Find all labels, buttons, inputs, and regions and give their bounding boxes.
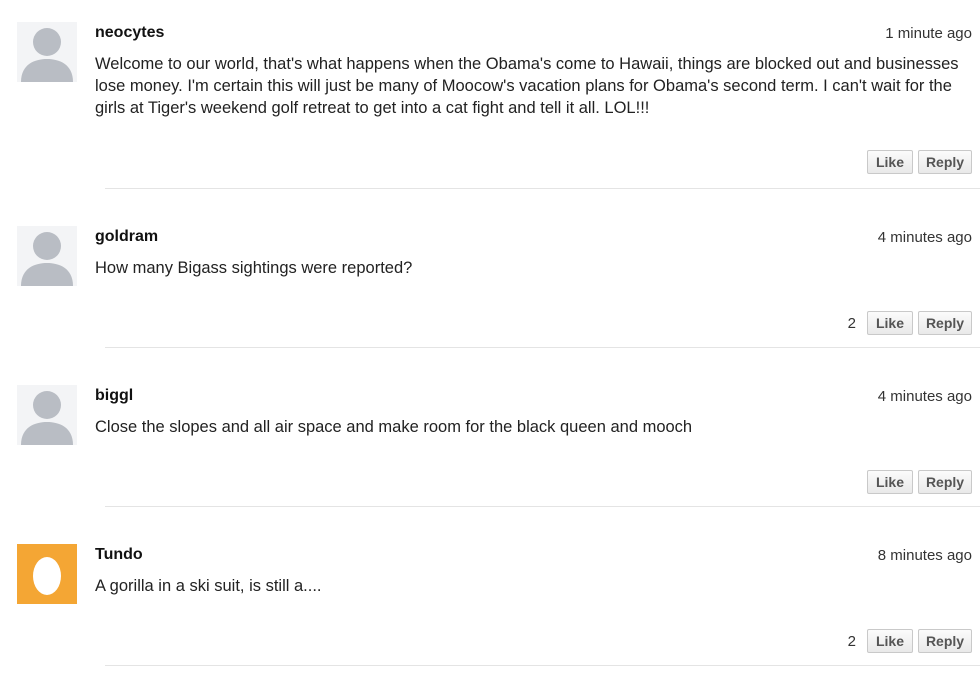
reply-button[interactable]: Reply [918,311,972,335]
avatar[interactable] [17,226,77,286]
comment-text: Welcome to our world, that's what happen… [95,55,959,117]
comment-author[interactable]: goldram [95,228,158,246]
comment-text: How many Bigass sightings were reported? [95,259,413,277]
comment-timestamp[interactable]: 4 minutes ago [878,388,972,405]
reply-button[interactable]: Reply [918,470,972,494]
divider [105,506,980,507]
divider [105,188,980,189]
avatar[interactable] [17,385,77,445]
comment-author[interactable]: biggl [95,387,133,405]
comment-actions: 2 Like Reply [848,629,972,653]
divider [105,347,980,348]
comment-timestamp[interactable]: 8 minutes ago [878,547,972,564]
avatar[interactable] [17,544,77,604]
comment-author[interactable]: Tundo [95,546,143,564]
default-person-icon [17,385,77,445]
comment-actions: Like Reply [856,150,972,174]
comment-actions: 2 Like Reply [848,311,972,335]
default-person-icon [17,22,77,82]
comment-author[interactable]: neocytes [95,24,164,42]
comment-timestamp[interactable]: 1 minute ago [885,25,972,42]
default-person-icon [17,226,77,286]
avatar[interactable] [17,22,77,82]
reply-button[interactable]: Reply [918,629,972,653]
comment-text: A gorilla in a ski suit, is still a.... [95,577,322,595]
comment-text: Close the slopes and all air space and m… [95,418,693,436]
like-button[interactable]: Like [867,470,913,494]
comment-timestamp[interactable]: 4 minutes ago [878,229,972,246]
like-button[interactable]: Like [867,150,913,174]
like-button[interactable]: Like [867,629,913,653]
comment-actions: Like Reply [856,470,972,494]
reply-button[interactable]: Reply [918,150,972,174]
divider [105,665,980,666]
like-count: 2 [847,314,856,332]
egg-icon [17,544,77,604]
like-button[interactable]: Like [867,311,913,335]
like-count: 2 [847,632,856,650]
